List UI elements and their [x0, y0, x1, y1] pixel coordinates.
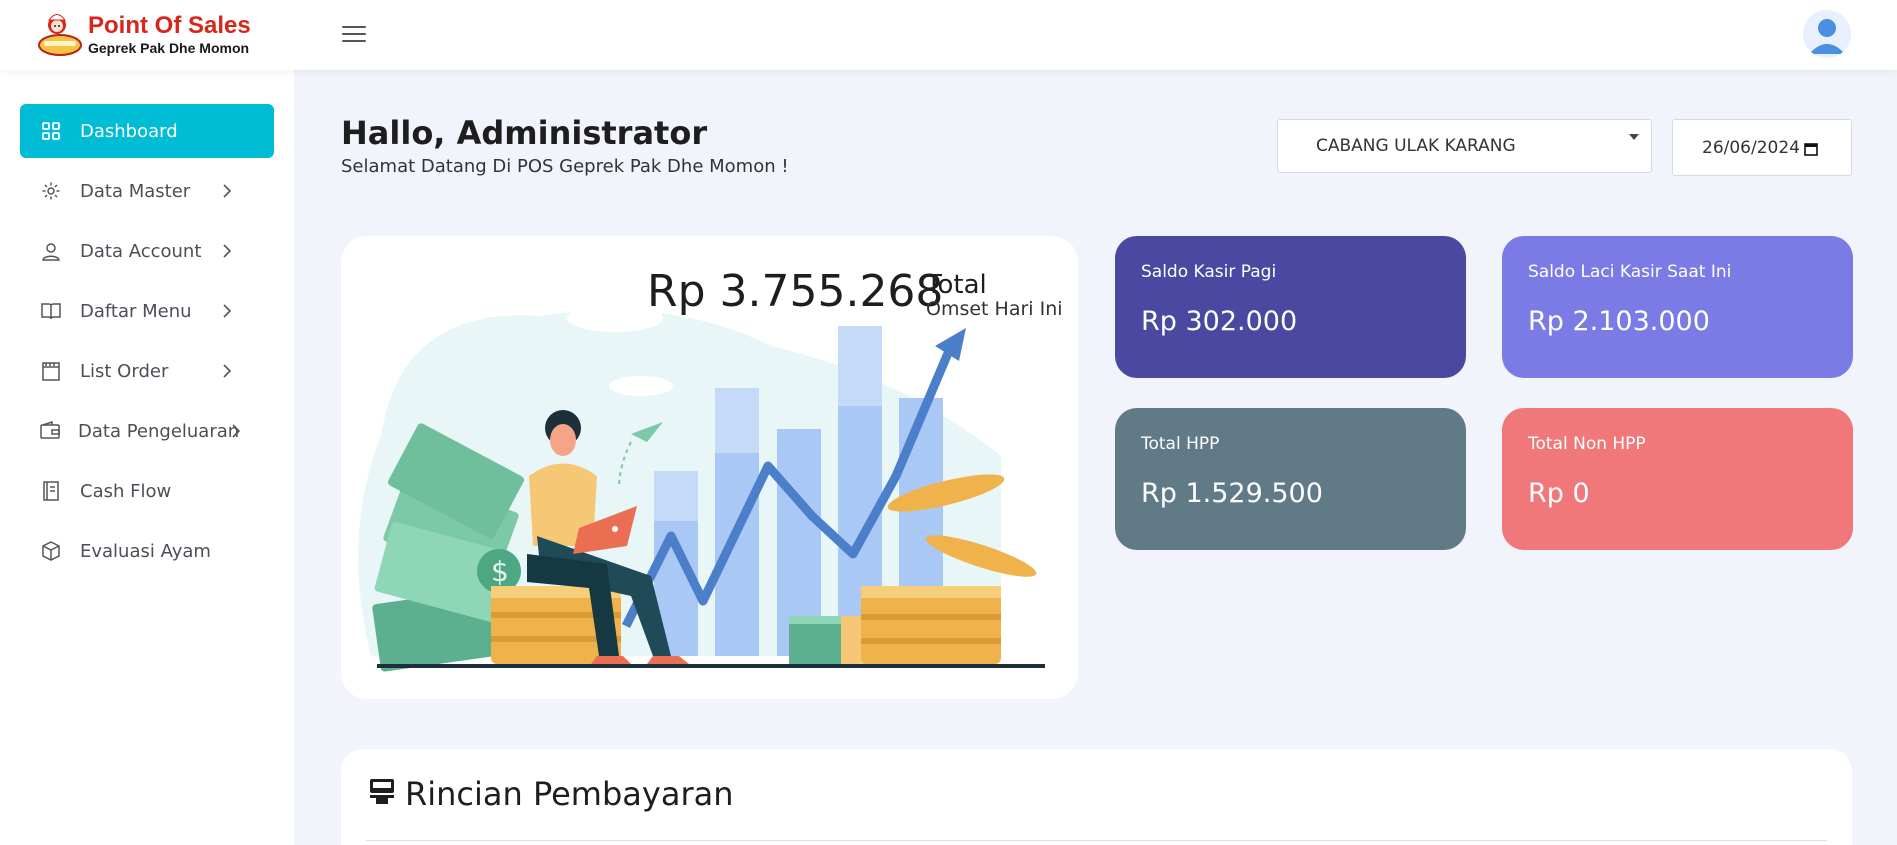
- date-input[interactable]: 26/06/2024: [1672, 119, 1852, 176]
- sidebar-item-label: List Order: [80, 360, 169, 382]
- sidebar-item-cash-flow[interactable]: Cash Flow: [20, 464, 274, 518]
- sidebar-item-label: Cash Flow: [80, 480, 172, 502]
- user-icon: [40, 240, 62, 262]
- revenue-card: $ Rp 3.755.268 Total Omset Hari Ini: [341, 236, 1078, 699]
- revenue-total-label: Total: [926, 270, 987, 300]
- gear-icon: [40, 180, 62, 202]
- payment-details-panel: Rincian Pembayaran: [341, 749, 1852, 845]
- revenue-amount: Rp 3.755.268: [647, 266, 944, 317]
- stat-label: Saldo Kasir Pagi: [1141, 262, 1277, 282]
- wallet-icon: [40, 420, 60, 442]
- app-title: Point Of Sales: [88, 11, 251, 39]
- top-header: Point Of Sales Geprek Pak Dhe Momon: [0, 0, 1897, 70]
- divider: [366, 840, 1827, 841]
- sidebar-item-label: Daftar Menu: [80, 300, 192, 322]
- sidebar-item-label: Data Account: [80, 240, 202, 262]
- sidebar-item-data-pengeluaran[interactable]: Data Pengeluaran: [20, 404, 274, 458]
- stat-card-total-non-hpp: Total Non HPP Rp 0: [1502, 408, 1853, 550]
- stat-value: Rp 0: [1528, 478, 1590, 509]
- sidebar-item-dashboard[interactable]: Dashboard: [20, 104, 274, 158]
- box-icon: [40, 540, 62, 562]
- stat-card-saldo-laci-kasir: Saldo Laci Kasir Saat Ini Rp 2.103.000: [1502, 236, 1853, 378]
- app-subtitle: Geprek Pak Dhe Momon: [88, 39, 250, 56]
- chevron-right-icon: [231, 424, 241, 438]
- svg-text:$: $: [491, 555, 509, 588]
- date-input-value: 26/06/2024: [1702, 137, 1800, 158]
- page-subtitle: Selamat Datang Di POS Geprek Pak Dhe Mom…: [341, 156, 789, 177]
- sidebar-item-evaluasi-ayam[interactable]: Evaluasi Ayam: [20, 524, 274, 578]
- sidebar-item-data-master[interactable]: Data Master: [20, 164, 274, 218]
- logo-chef-icon: [36, 11, 84, 57]
- book-icon: [40, 300, 62, 322]
- menu-toggle-icon[interactable]: [342, 26, 366, 46]
- chevron-right-icon: [220, 184, 234, 198]
- cash-register-icon: [368, 777, 396, 805]
- sidebar-item-label: Data Master: [80, 180, 191, 202]
- chevron-right-icon: [220, 364, 234, 378]
- page-title: Hallo, Administrator: [341, 114, 708, 152]
- chevron-down-icon: [1629, 134, 1639, 140]
- calendar-icon: [40, 360, 62, 382]
- stat-card-saldo-kasir-pagi: Saldo Kasir Pagi Rp 302.000: [1115, 236, 1466, 378]
- ledger-icon: [40, 480, 62, 502]
- user-avatar-icon[interactable]: [1803, 10, 1851, 58]
- revenue-omset-label: Omset Hari Ini: [926, 298, 1063, 320]
- sidebar-item-label: Data Pengeluaran: [78, 420, 240, 442]
- chevron-right-icon: [220, 244, 234, 258]
- sidebar: Dashboard Data Master Data Account Dafta…: [0, 70, 294, 845]
- sidebar-item-daftar-menu[interactable]: Daftar Menu: [20, 284, 274, 338]
- branch-select-value: CABANG ULAK KARANG: [1316, 136, 1516, 156]
- stat-value: Rp 1.529.500: [1141, 478, 1323, 509]
- stat-value: Rp 302.000: [1141, 306, 1298, 337]
- sidebar-item-label: Evaluasi Ayam: [80, 540, 211, 562]
- sidebar-item-list-order[interactable]: List Order: [20, 344, 274, 398]
- calendar-picker-icon[interactable]: [1804, 141, 1818, 156]
- stat-label: Total HPP: [1141, 434, 1220, 454]
- chevron-right-icon: [220, 304, 234, 318]
- branch-select[interactable]: CABANG ULAK KARANG: [1277, 119, 1652, 173]
- payment-details-title: Rincian Pembayaran: [405, 775, 734, 813]
- stat-label: Saldo Laci Kasir Saat Ini: [1528, 262, 1732, 282]
- grid-icon: [40, 120, 62, 142]
- stat-card-total-hpp: Total HPP Rp 1.529.500: [1115, 408, 1466, 550]
- sidebar-item-data-account[interactable]: Data Account: [20, 224, 274, 278]
- app-logo[interactable]: Point Of Sales Geprek Pak Dhe Momon: [36, 11, 251, 57]
- stat-value: Rp 2.103.000: [1528, 306, 1710, 337]
- sidebar-item-label: Dashboard: [80, 120, 178, 142]
- stat-label: Total Non HPP: [1528, 434, 1646, 454]
